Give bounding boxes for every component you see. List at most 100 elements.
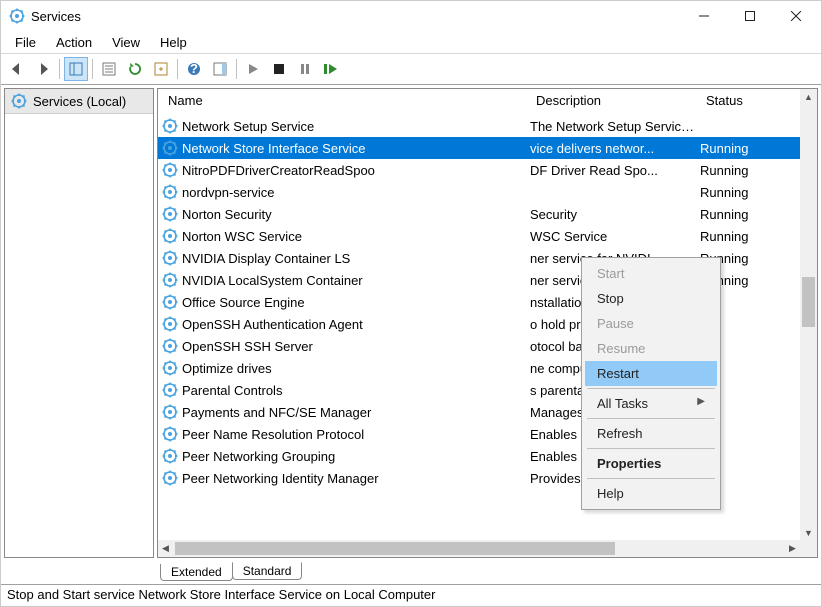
gear-icon bbox=[162, 272, 178, 288]
vertical-scrollbar[interactable]: ▲ ▼ bbox=[800, 89, 817, 540]
chevron-right-icon: ▶ bbox=[697, 396, 705, 407]
service-description: WSC Service bbox=[530, 229, 700, 244]
gear-icon bbox=[162, 360, 178, 376]
toolbar-separator bbox=[92, 59, 93, 79]
service-name: OpenSSH Authentication Agent bbox=[182, 317, 530, 332]
titlebar: Services bbox=[1, 1, 821, 31]
menu-file[interactable]: File bbox=[5, 33, 46, 52]
menu-action[interactable]: Action bbox=[46, 33, 102, 52]
pause-service-button[interactable] bbox=[293, 57, 317, 81]
tabs-row: Extended Standard bbox=[160, 561, 818, 581]
ctx-separator bbox=[587, 418, 715, 419]
service-description: DF Driver Read Spo... bbox=[530, 163, 700, 178]
service-status: Running bbox=[700, 185, 813, 200]
table-row[interactable]: nordvpn-service Running bbox=[158, 181, 817, 203]
services-icon bbox=[9, 8, 25, 24]
service-name: Norton WSC Service bbox=[182, 229, 530, 244]
help-button[interactable]: ? bbox=[182, 57, 206, 81]
gear-icon bbox=[162, 338, 178, 354]
table-row[interactable]: Norton WSC ServiceWSC ServiceRunning bbox=[158, 225, 817, 247]
gear-icon bbox=[162, 184, 178, 200]
gear-icon bbox=[162, 426, 178, 442]
ctx-pause: Pause bbox=[585, 311, 717, 336]
ctx-all-tasks[interactable]: All Tasks▶ bbox=[585, 391, 717, 416]
left-pane-label: Services (Local) bbox=[33, 94, 126, 109]
scroll-down-icon[interactable]: ▼ bbox=[801, 525, 816, 540]
service-name: nordvpn-service bbox=[182, 185, 530, 200]
list-header: Name Description Status bbox=[158, 89, 817, 115]
refresh-button[interactable] bbox=[123, 57, 147, 81]
maximize-button[interactable] bbox=[727, 1, 773, 31]
ctx-resume: Resume bbox=[585, 336, 717, 361]
scroll-corner bbox=[800, 540, 817, 557]
service-name: Peer Networking Grouping bbox=[182, 449, 530, 464]
restart-service-button[interactable] bbox=[319, 57, 343, 81]
action-pane-button[interactable] bbox=[208, 57, 232, 81]
service-name: Peer Name Resolution Protocol bbox=[182, 427, 530, 442]
ctx-restart[interactable]: Restart bbox=[585, 361, 717, 386]
column-header-name[interactable]: Name bbox=[162, 89, 530, 115]
gear-icon bbox=[162, 228, 178, 244]
gear-icon bbox=[162, 404, 178, 420]
stop-service-button[interactable] bbox=[267, 57, 291, 81]
ctx-stop[interactable]: Stop bbox=[585, 286, 717, 311]
back-button[interactable] bbox=[5, 57, 29, 81]
service-name: Peer Networking Identity Manager bbox=[182, 471, 530, 486]
menubar: File Action View Help bbox=[1, 31, 821, 53]
gear-icon bbox=[162, 382, 178, 398]
window-title: Services bbox=[31, 9, 681, 24]
toolbar: ? bbox=[1, 53, 821, 85]
column-header-description[interactable]: Description bbox=[530, 89, 700, 115]
toolbar-separator bbox=[59, 59, 60, 79]
gear-icon bbox=[162, 294, 178, 310]
service-name: OpenSSH SSH Server bbox=[182, 339, 530, 354]
service-name: Optimize drives bbox=[182, 361, 530, 376]
tab-standard[interactable]: Standard bbox=[232, 562, 303, 580]
ctx-help[interactable]: Help bbox=[585, 481, 717, 506]
scroll-left-icon[interactable]: ◀ bbox=[158, 541, 173, 556]
service-name: Network Setup Service bbox=[182, 119, 530, 134]
ctx-separator bbox=[587, 448, 715, 449]
service-status: Running bbox=[700, 207, 813, 222]
gear-icon bbox=[162, 140, 178, 156]
service-name: NVIDIA LocalSystem Container bbox=[182, 273, 530, 288]
service-name: Norton Security bbox=[182, 207, 530, 222]
ctx-start: Start bbox=[585, 261, 717, 286]
service-name: NitroPDFDriverCreatorReadSpoo bbox=[182, 163, 530, 178]
toolbar-separator bbox=[236, 59, 237, 79]
table-row[interactable]: NitroPDFDriverCreatorReadSpooDF Driver R… bbox=[158, 159, 817, 181]
show-hide-tree-button[interactable] bbox=[64, 57, 88, 81]
ctx-refresh[interactable]: Refresh bbox=[585, 421, 717, 446]
forward-button[interactable] bbox=[31, 57, 55, 81]
scroll-thumb[interactable] bbox=[802, 277, 815, 327]
service-description: The Network Setup Service ... bbox=[530, 119, 700, 134]
table-row[interactable]: Network Setup ServiceThe Network Setup S… bbox=[158, 115, 817, 137]
menu-help[interactable]: Help bbox=[150, 33, 197, 52]
ctx-properties[interactable]: Properties bbox=[585, 451, 717, 476]
scroll-right-icon[interactable]: ▶ bbox=[785, 541, 800, 556]
scroll-thumb[interactable] bbox=[175, 542, 615, 555]
gear-icon bbox=[162, 118, 178, 134]
horizontal-scrollbar[interactable]: ◀ ▶ bbox=[158, 540, 800, 557]
close-button[interactable] bbox=[773, 1, 819, 31]
export-list-button[interactable] bbox=[149, 57, 173, 81]
menu-view[interactable]: View bbox=[102, 33, 150, 52]
minimize-button[interactable] bbox=[681, 1, 727, 31]
tab-extended[interactable]: Extended bbox=[160, 564, 233, 581]
svg-text:?: ? bbox=[190, 62, 198, 76]
services-list-pane: Name Description Status Network Setup Se… bbox=[157, 88, 818, 558]
properties-button[interactable] bbox=[97, 57, 121, 81]
start-service-button[interactable] bbox=[241, 57, 265, 81]
content-area: Services (Local) Name Description Status… bbox=[1, 85, 821, 561]
scroll-up-icon[interactable]: ▲ bbox=[801, 89, 816, 104]
service-description: vice delivers networ... bbox=[530, 141, 700, 156]
table-row[interactable]: Norton SecuritySecurityRunning bbox=[158, 203, 817, 225]
toolbar-separator bbox=[177, 59, 178, 79]
service-description: Security bbox=[530, 207, 700, 222]
left-pane: Services (Local) bbox=[4, 88, 154, 558]
context-menu: Start Stop Pause Resume Restart All Task… bbox=[581, 257, 721, 510]
table-row[interactable]: Network Store Interface Servicevice deli… bbox=[158, 137, 817, 159]
service-status: Running bbox=[700, 163, 813, 178]
left-pane-node[interactable]: Services (Local) bbox=[5, 89, 153, 114]
gear-icon bbox=[162, 470, 178, 486]
